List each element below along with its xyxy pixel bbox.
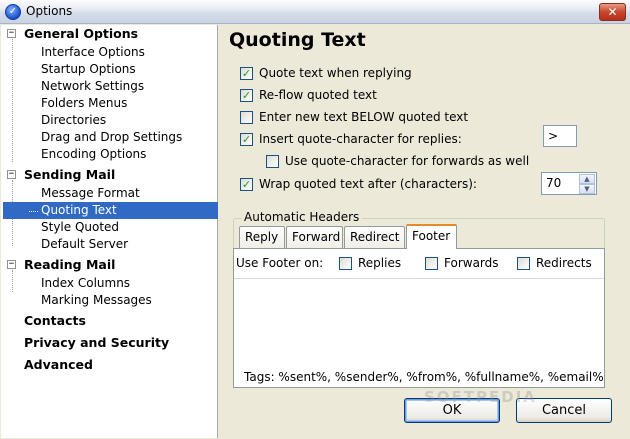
collapse-icon[interactable]: −: [7, 260, 16, 269]
tree-group-privacy-and-security[interactable]: Privacy and Security: [24, 334, 169, 351]
option-label: Use quote-character for forwards as well: [285, 154, 530, 168]
tree-group-sending-mail[interactable]: Sending Mail: [24, 166, 115, 183]
collapse-icon[interactable]: −: [7, 170, 16, 179]
tab-redirect[interactable]: Redirect: [344, 226, 405, 248]
settings-pane: Quoting Text ✓ Quote text when replying …: [219, 25, 630, 439]
options-tree[interactable]: − General Options Interface Options Star…: [1, 25, 218, 438]
tree-item-marking-messages[interactable]: Marking Messages: [41, 292, 152, 309]
option-label: Enter new text BELOW quoted text: [259, 110, 469, 124]
spin-up-icon[interactable]: ▲: [579, 174, 595, 184]
collapse-icon[interactable]: −: [7, 29, 16, 38]
page-title: Quoting Text: [229, 29, 366, 51]
app-icon: ✓: [5, 4, 21, 20]
footer-tab-panel: Use Footer on: Replies Forwards Redirect…: [233, 248, 605, 388]
tree-item-index-columns[interactable]: Index Columns: [41, 275, 130, 292]
tree-item-message-format[interactable]: Message Format: [41, 185, 140, 202]
checkbox-checked-icon[interactable]: ✓: [240, 133, 253, 146]
checkbox-unchecked-icon[interactable]: [240, 111, 253, 124]
option-label: Replies: [358, 256, 402, 270]
title-bar[interactable]: ✓ Options ✕: [0, 0, 630, 24]
use-footer-label: Use Footer on:: [236, 256, 324, 270]
tree-group-contacts[interactable]: Contacts: [24, 312, 86, 329]
tree-item-encoding-options[interactable]: Encoding Options: [41, 146, 146, 163]
tree-group-general-options[interactable]: General Options: [24, 25, 138, 42]
tree-item-network-settings[interactable]: Network Settings: [41, 78, 144, 95]
tree-item-interface-options[interactable]: Interface Options: [41, 44, 145, 61]
close-button[interactable]: ✕: [599, 3, 626, 21]
option-label: Wrap quoted text after (characters):: [259, 177, 477, 191]
quote-char-input[interactable]: >: [543, 125, 577, 147]
checkbox-unchecked-icon[interactable]: [425, 257, 438, 270]
spin-down-icon[interactable]: ▼: [579, 184, 595, 194]
tree-item-directories[interactable]: Directories: [41, 112, 106, 129]
window-title: Options: [26, 4, 73, 18]
checkbox-checked-icon[interactable]: ✓: [240, 67, 253, 80]
option-label: Insert quote-character for replies:: [259, 132, 462, 146]
option-label: Re-flow quoted text: [259, 88, 377, 102]
option-label: Forwards: [444, 256, 499, 270]
tree-item-drag-and-drop-settings[interactable]: Drag and Drop Settings: [41, 129, 182, 146]
tree-item-default-server[interactable]: Default Server: [41, 236, 128, 253]
tab-forward[interactable]: Forward: [286, 226, 343, 248]
checkbox-checked-icon[interactable]: ✓: [240, 89, 253, 102]
checkbox-unchecked-icon[interactable]: [339, 257, 352, 270]
checkbox-checked-icon[interactable]: ✓: [240, 178, 253, 191]
tree-connector: [12, 270, 13, 292]
tree-connector: [29, 211, 38, 212]
tab-footer[interactable]: Footer: [406, 224, 457, 249]
tags-help-text: Tags: %sent%, %sender%, %from%, %fullnam…: [244, 370, 604, 384]
tree-item-startup-options[interactable]: Startup Options: [41, 61, 136, 78]
footer-text-editor[interactable]: [234, 278, 604, 358]
watermark: SOFTPEDIA: [424, 388, 537, 406]
automatic-headers-legend: Automatic Headers: [241, 210, 363, 224]
tree-item-style-quoted[interactable]: Style Quoted: [41, 219, 119, 236]
checkbox-unchecked-icon[interactable]: [266, 155, 279, 168]
tree-group-advanced[interactable]: Advanced: [24, 356, 93, 373]
tree-group-reading-mail[interactable]: Reading Mail: [24, 256, 115, 273]
options-window: ✓ Options ✕ − General Options Interface …: [0, 0, 630, 439]
checkbox-unchecked-icon[interactable]: [517, 257, 530, 270]
tab-reply[interactable]: Reply: [239, 226, 285, 248]
option-label: Quote text when replying: [259, 66, 412, 80]
tree-connector: [12, 39, 13, 162]
tree-item-folders-menus[interactable]: Folders Menus: [41, 95, 127, 112]
option-label: Redirects: [536, 256, 592, 270]
